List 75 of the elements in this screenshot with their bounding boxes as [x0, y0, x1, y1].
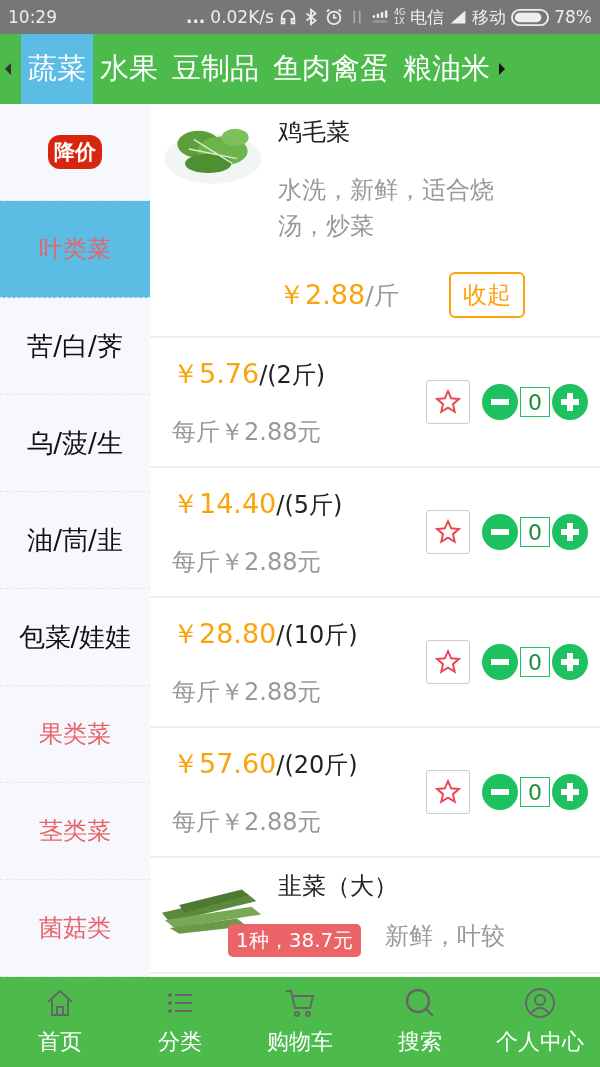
category-tab[interactable]: 水果 — [93, 34, 165, 104]
product-name: 鸡毛菜 — [278, 117, 351, 148]
subcategory-label: 乌/菠/生 — [27, 426, 123, 460]
cart-summary-badge: 1种，38.7元 — [228, 924, 362, 957]
nav-tab[interactable]: 购物车 — [240, 977, 360, 1067]
category-label: 叶类菜 — [39, 234, 111, 265]
signal-icon — [449, 8, 468, 26]
favorite-button[interactable] — [426, 510, 470, 554]
unit-price: 每斤￥2.88元 — [172, 807, 323, 838]
cart-icon — [284, 987, 316, 1019]
category-tab[interactable]: 粮油米 — [396, 34, 497, 104]
sidebar-item[interactable]: 包菜/娃娃 — [0, 589, 150, 686]
nav-tab[interactable]: 首页 — [0, 977, 120, 1067]
sidebar-item[interactable]: 茎类菜 — [0, 783, 150, 880]
nav-tab[interactable]: 个人中心 — [480, 977, 600, 1067]
product-description: 新鲜，叶较 — [385, 921, 506, 952]
minus-button[interactable] — [482, 384, 518, 420]
quantity-field[interactable]: 0 — [520, 647, 550, 677]
clock-text: 10:29 — [8, 7, 57, 27]
battery-icon — [511, 7, 550, 27]
package-price: ￥5.76/(2斤) — [172, 357, 327, 391]
carrier-name: 移动 — [472, 5, 507, 29]
favorite-button[interactable] — [426, 770, 470, 814]
star-icon — [435, 389, 461, 415]
package-price: ￥57.60/(20斤) — [172, 747, 359, 781]
unit-price: 每斤￥2.88元 — [172, 417, 323, 448]
sidebar-item[interactable]: 油/茼/韭 — [0, 492, 150, 589]
user-icon — [524, 987, 556, 1019]
battery-level: 78% — [554, 7, 592, 27]
category-tab[interactable]: 鱼肉禽蛋 — [266, 34, 396, 104]
product-name: 韭菜（大） — [278, 871, 399, 902]
signal-icon — [370, 8, 389, 26]
package-price: ￥14.40/(5斤) — [172, 487, 344, 521]
star-icon — [435, 649, 461, 675]
product-description: 水洗，新鲜，适合烧汤，炒菜 — [278, 175, 495, 242]
more-dots: ... — [185, 7, 206, 27]
network-type: 4G 1X — [393, 8, 406, 26]
category-label: 茎类菜 — [39, 816, 111, 847]
quantity-field[interactable]: 0 — [520, 387, 550, 417]
quantity-field[interactable]: 0 — [520, 777, 550, 807]
star-icon — [435, 779, 461, 805]
alarm-icon — [324, 8, 343, 26]
subcategory-label: 包菜/娃娃 — [18, 620, 132, 654]
sidebar-item[interactable]: 果类菜 — [0, 686, 150, 783]
star-icon — [435, 519, 461, 545]
collapse-button[interactable]: 收起 — [448, 272, 525, 318]
subcategory-label: 苦/白/荠 — [27, 329, 123, 363]
category-label: 果类菜 — [39, 719, 111, 750]
category-tab[interactable]: 豆制品 — [165, 34, 266, 104]
unit-price: 每斤￥2.88元 — [172, 677, 323, 708]
search-icon — [404, 987, 436, 1019]
product-price: ￥2.88/斤 — [278, 278, 399, 312]
carrier-name: 电信 — [410, 5, 445, 29]
minus-button[interactable] — [482, 644, 518, 680]
plus-button[interactable] — [552, 514, 588, 550]
category-label: 菌菇类 — [39, 913, 111, 944]
unit-price: 每斤￥2.88元 — [172, 547, 323, 578]
sidebar-item[interactable]: 苦/白/荠 — [0, 298, 150, 395]
minus-button[interactable] — [482, 774, 518, 810]
sale-badge: 降价 — [48, 135, 102, 169]
minus-button[interactable] — [482, 514, 518, 550]
sidebar-item[interactable]: 乌/菠/生 — [0, 395, 150, 492]
favorite-button[interactable] — [426, 380, 470, 424]
plus-button[interactable] — [552, 384, 588, 420]
category-tab[interactable]: 蔬菜 — [21, 34, 93, 104]
headphones-icon — [278, 8, 297, 26]
package-price: ￥28.80/(10斤) — [172, 617, 359, 651]
favorite-button[interactable] — [426, 640, 470, 684]
quantity-field[interactable]: 0 — [520, 517, 550, 547]
subcategory-label: 油/茼/韭 — [27, 523, 123, 557]
plus-button[interactable] — [552, 644, 588, 680]
nav-tab[interactable]: 搜索 — [360, 977, 480, 1067]
plus-button[interactable] — [552, 774, 588, 810]
network-speed: 0.02K/s — [210, 7, 274, 27]
nav-tab[interactable]: 分类 — [120, 977, 240, 1067]
